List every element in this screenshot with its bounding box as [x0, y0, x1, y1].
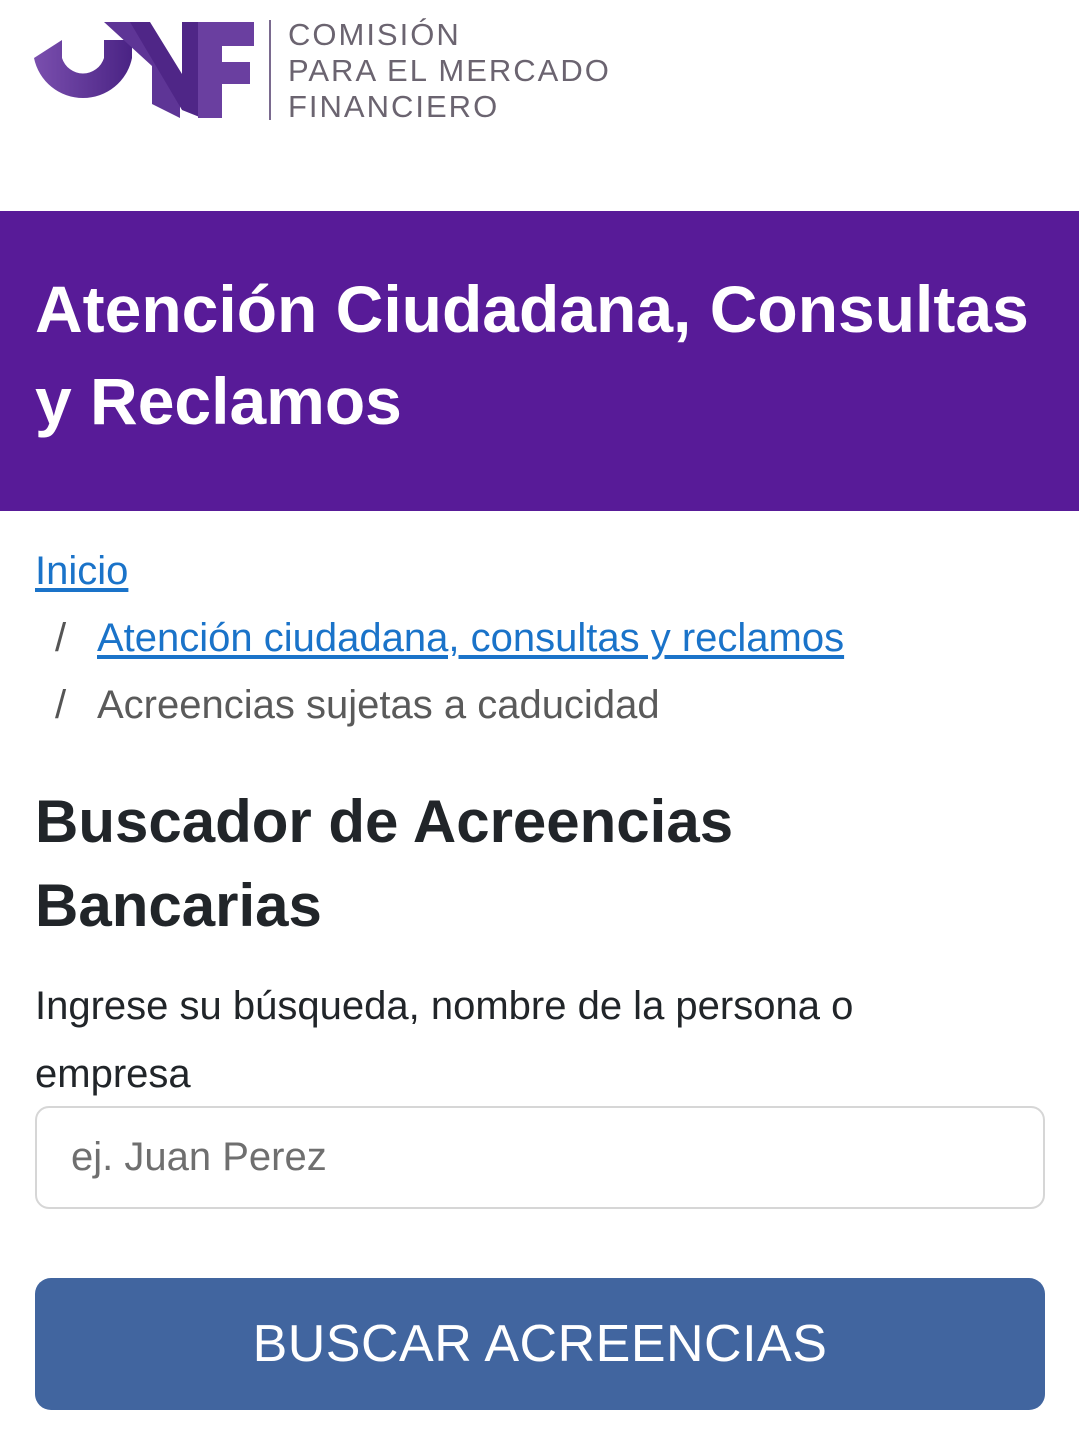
page-title: Buscador de Acreencias Bancarias: [35, 788, 734, 939]
cmf-logo-icon[interactable]: [32, 18, 262, 122]
site-header: COMISIÓN PARA EL MERCADO FINANCIERO: [0, 0, 1079, 211]
logo-text-line: FINANCIERO: [288, 89, 500, 124]
breadcrumb-current: Acreencias sujetas a caducidad: [97, 683, 660, 727]
breadcrumb-separator: /: [55, 616, 67, 660]
page-banner: Atención Ciudadana, Consultas y Reclamos: [0, 211, 1079, 511]
search-button[interactable]: BUSCAR ACREENCIAS: [35, 1278, 1045, 1410]
breadcrumb-home-link[interactable]: Inicio: [35, 549, 128, 593]
search-input[interactable]: [35, 1106, 1045, 1209]
logo-divider: [269, 20, 271, 120]
breadcrumb-section-link[interactable]: Atención ciudadana, consultas y reclamos: [97, 616, 844, 660]
logo-text: COMISIÓN PARA EL MERCADO FINANCIERO: [288, 17, 611, 125]
banner-title: Atención Ciudadana, Consultas y Reclamos: [35, 272, 1029, 438]
search-label: Ingrese su búsqueda, nombre de la person…: [35, 984, 854, 1096]
logo-text-line: COMISIÓN: [288, 17, 461, 52]
logo-text-line: PARA EL MERCADO: [288, 53, 611, 88]
breadcrumb: Inicio / Atención ciudadana, consultas y …: [35, 538, 844, 739]
breadcrumb-separator: /: [55, 683, 67, 727]
